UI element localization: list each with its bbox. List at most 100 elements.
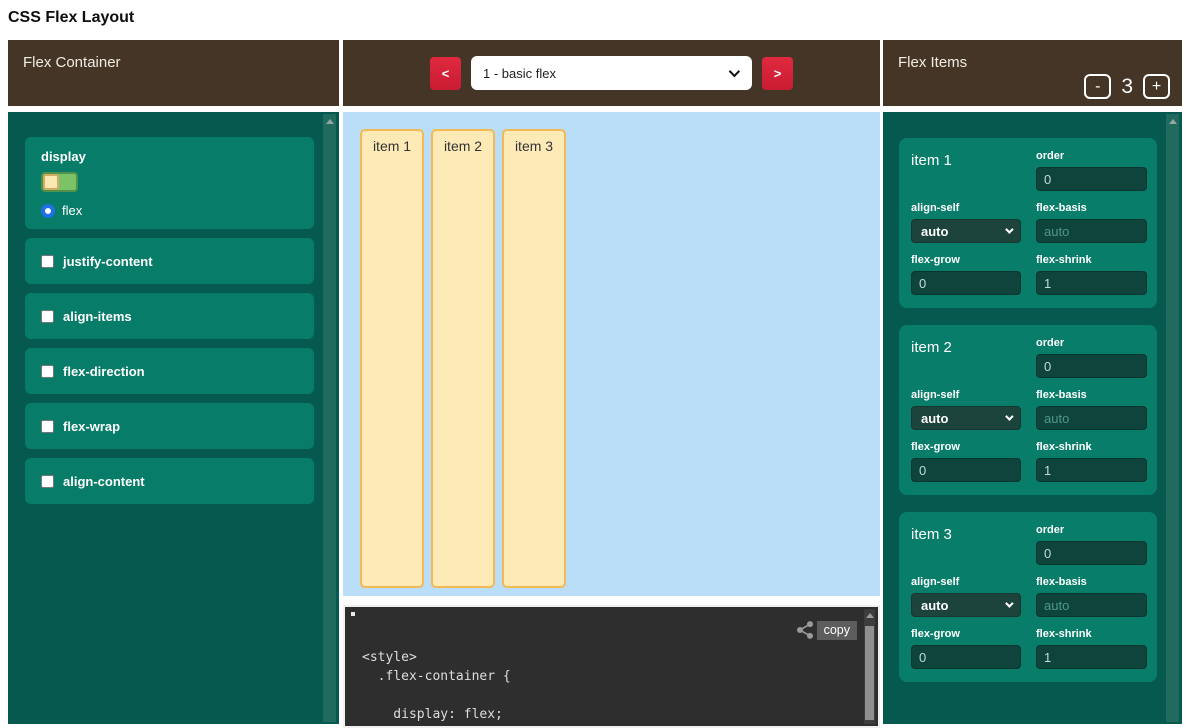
code-line: .flex-container { (362, 667, 511, 686)
item-count-stepper: - 3 + (1084, 74, 1170, 99)
flex-basis-input[interactable] (1036, 593, 1147, 617)
flex-basis-label: flex-basis (1036, 389, 1147, 401)
left-panel-scrollbar[interactable] (323, 114, 336, 722)
share-icon[interactable] (795, 620, 815, 640)
align-self-select[interactable]: auto (911, 406, 1021, 430)
flex-grow-label: flex-grow (911, 441, 1021, 453)
prop-label: align-content (63, 474, 145, 489)
copy-button[interactable]: copy (817, 621, 857, 640)
code-line: <style> (362, 648, 511, 667)
checkbox-icon[interactable] (41, 475, 54, 488)
code-line (362, 686, 511, 705)
flex-grow-input[interactable] (911, 645, 1021, 669)
item-count: 3 (1121, 75, 1133, 99)
flex-items-panel: Flex Items - 3 + item 1 order align-self… (883, 40, 1182, 724)
align-self-value: auto (921, 224, 948, 239)
flex-radio-label: flex (62, 203, 82, 218)
prop-card-align-content[interactable]: align-content (25, 458, 314, 504)
prop-label: flex-wrap (63, 419, 120, 434)
checkbox-icon[interactable] (41, 255, 54, 268)
preset-select[interactable]: 1 - basic flex (471, 56, 752, 90)
next-preset-button[interactable]: > (762, 57, 793, 90)
flex-basis-label: flex-basis (1036, 202, 1147, 214)
chevron-down-icon (1005, 599, 1013, 607)
right-panel-scrollbar[interactable] (1166, 114, 1179, 722)
page-title: CSS Flex Layout (8, 9, 134, 27)
align-self-label: align-self (911, 202, 1021, 214)
checkbox-icon[interactable] (41, 420, 54, 433)
flex-basis-label: flex-basis (1036, 576, 1147, 588)
preview-flex-item-3: item 3 (502, 129, 566, 588)
order-label: order (1036, 150, 1147, 162)
scroll-up-arrow-icon (866, 613, 874, 618)
align-self-label: align-self (911, 389, 1021, 401)
flex-preview-canvas: item 1 item 2 item 3 (343, 112, 880, 596)
add-item-button[interactable]: + (1143, 74, 1170, 99)
toggle-knob-icon (43, 174, 59, 190)
item-card-title: item 2 (911, 337, 1021, 378)
flex-grow-label: flex-grow (911, 628, 1021, 640)
code-line: display: flex; (362, 705, 511, 724)
chevron-down-icon (1005, 225, 1013, 233)
order-input[interactable] (1036, 354, 1147, 378)
text-cursor-dot (351, 612, 355, 616)
chevron-down-icon (729, 66, 740, 77)
flex-grow-label: flex-grow (911, 254, 1021, 266)
prop-card-flex-direction[interactable]: flex-direction (25, 348, 314, 394)
item-card-title: item 1 (911, 150, 1021, 191)
preview-flex-item-2: item 2 (431, 129, 495, 588)
preset-toolbar: < 1 - basic flex > (343, 40, 880, 106)
preview-flex-item-1: item 1 (360, 129, 424, 588)
flex-items-header: Flex Items - 3 + (883, 40, 1182, 106)
display-label: display (41, 149, 298, 164)
flex-container-panel: Flex Container display flex justify-cont… (8, 40, 339, 724)
code-panel: copy <style> .flex-container { display: … (343, 605, 880, 728)
flex-shrink-input[interactable] (1036, 271, 1147, 295)
flex-items-title: Flex Items (898, 54, 967, 71)
flex-shrink-input[interactable] (1036, 458, 1147, 482)
flex-grow-input[interactable] (911, 271, 1021, 295)
align-self-select[interactable]: auto (911, 593, 1021, 617)
align-self-label: align-self (911, 576, 1021, 588)
flex-shrink-label: flex-shrink (1036, 254, 1147, 266)
prop-label: align-items (63, 309, 132, 324)
item-card-1: item 1 order align-self auto flex-basis (899, 138, 1157, 308)
scroll-up-arrow-icon (1169, 119, 1177, 124)
display-card[interactable]: display flex (25, 137, 314, 229)
flex-container-body: display flex justify-content align-items (8, 112, 339, 724)
flex-basis-input[interactable] (1036, 406, 1147, 430)
preset-selected-value: 1 - basic flex (483, 66, 556, 81)
display-toggle[interactable] (41, 172, 78, 192)
flex-items-body: item 1 order align-self auto flex-basis (883, 112, 1182, 724)
flex-radio[interactable] (41, 204, 55, 218)
align-self-select[interactable]: auto (911, 219, 1021, 243)
item-card-3: item 3 order align-self auto flex-basis (899, 512, 1157, 682)
prop-label: justify-content (63, 254, 153, 269)
checkbox-icon[interactable] (41, 310, 54, 323)
order-label: order (1036, 524, 1147, 536)
code-text: <style> .flex-container { display: flex; (362, 648, 511, 724)
prev-preset-button[interactable]: < (430, 57, 461, 90)
prop-card-flex-wrap[interactable]: flex-wrap (25, 403, 314, 449)
flex-container-header: Flex Container (8, 40, 339, 106)
prop-card-justify-content[interactable]: justify-content (25, 238, 314, 284)
checkbox-icon[interactable] (41, 365, 54, 378)
flex-shrink-label: flex-shrink (1036, 628, 1147, 640)
flex-shrink-input[interactable] (1036, 645, 1147, 669)
prop-card-align-items[interactable]: align-items (25, 293, 314, 339)
order-input[interactable] (1036, 167, 1147, 191)
prop-label: flex-direction (63, 364, 145, 379)
scrollbar-thumb[interactable] (865, 626, 874, 720)
remove-item-button[interactable]: - (1084, 74, 1111, 99)
flex-container-title: Flex Container (23, 54, 121, 71)
scroll-up-arrow-icon (326, 119, 334, 124)
code-scrollbar[interactable] (864, 609, 875, 724)
flex-shrink-label: flex-shrink (1036, 441, 1147, 453)
chevron-down-icon (1005, 412, 1013, 420)
order-label: order (1036, 337, 1147, 349)
flex-grow-input[interactable] (911, 458, 1021, 482)
flex-basis-input[interactable] (1036, 219, 1147, 243)
align-self-value: auto (921, 411, 948, 426)
align-self-value: auto (921, 598, 948, 613)
order-input[interactable] (1036, 541, 1147, 565)
